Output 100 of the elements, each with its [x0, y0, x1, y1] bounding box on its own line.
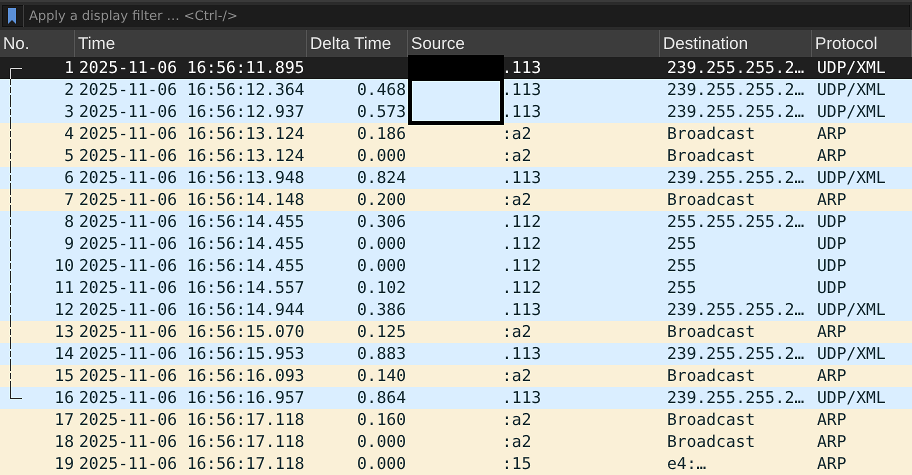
- source-cell-text: .112: [501, 255, 542, 277]
- packet-row[interactable]: 15 2025-11-06 16:56:16.093 0.140 :a2 Broadcast ARP: [0, 365, 912, 387]
- destination-cell-text: Broadcast: [666, 409, 756, 431]
- delta-time-cell-text: 0.883: [356, 343, 407, 365]
- packet-number: 9: [64, 234, 74, 253]
- packet-number: 15: [54, 366, 74, 385]
- packet-row[interactable]: 1 2025-11-06 16:56:11.895 .113 239.255.255.2… UDP/XML: [0, 57, 912, 79]
- time-cell-text: 2025-11-06 16:56:13.124: [78, 145, 306, 167]
- protocol-cell-text: UDP/XML: [816, 387, 887, 409]
- time-cell-text: 2025-11-06 16:56:16.957: [78, 387, 306, 409]
- packet-row[interactable]: 3 2025-11-06 16:56:12.937 0.573 .113 239.255.255.2… UDP/XML: [0, 101, 912, 123]
- protocol-cell-text: UDP: [816, 277, 848, 299]
- time-cell-text: 2025-11-06 16:56:16.093: [78, 365, 306, 387]
- delta-time-cell-text: 0.864: [356, 387, 407, 409]
- destination-cell-text: 239.255.255.2…: [666, 167, 806, 189]
- delta-time-cell-text: 0.468: [356, 79, 407, 101]
- delta-time-cell-text: 0.000: [356, 233, 407, 255]
- packet-row[interactable]: 10 2025-11-06 16:56:14.455 0.000 .112 255 UDP: [0, 255, 912, 277]
- source-cell-text: .112: [501, 233, 542, 255]
- packet-number: 18: [54, 432, 74, 451]
- source-cell-text: .113: [501, 299, 542, 321]
- delta-time-cell-text: 0.306: [356, 211, 407, 233]
- protocol-cell-text: ARP: [816, 321, 848, 343]
- packet-row[interactable]: 19 2025-11-06 16:56:17.118 0.000 :15 e4:… ARP: [0, 453, 912, 475]
- delta-time-cell-text: 0.125: [356, 321, 407, 343]
- packet-row[interactable]: 12 2025-11-06 16:56:14.944 0.386 .113 239.255.255.2… UDP/XML: [0, 299, 912, 321]
- source-cell-text: :a2: [501, 321, 532, 343]
- protocol-cell-text: ARP: [816, 365, 848, 387]
- packet-number: 1: [64, 58, 74, 77]
- delta-time-cell-text: 0.000: [356, 453, 407, 475]
- destination-cell-text: 239.255.255.2…: [666, 299, 806, 321]
- delta-time-cell-text: 0.160: [356, 409, 407, 431]
- protocol-cell-text: ARP: [816, 431, 848, 453]
- delta-time-cell-text: 0.386: [356, 299, 407, 321]
- source-cell-text: .113: [501, 387, 542, 409]
- packet-row[interactable]: 14 2025-11-06 16:56:15.953 0.883 .113 239.255.255.2… UDP/XML: [0, 343, 912, 365]
- time-cell-text: 2025-11-06 16:56:13.948: [78, 167, 306, 189]
- source-cell-text: .113: [501, 167, 542, 189]
- delta-time-cell-text: 0.200: [356, 189, 407, 211]
- packet-number: 3: [64, 102, 74, 121]
- source-cell-text: .113: [501, 343, 542, 365]
- packet-row[interactable]: 16 2025-11-06 16:56:16.957 0.864 .113 239.255.255.2… UDP/XML: [0, 387, 912, 409]
- source-cell-text: :a2: [501, 409, 532, 431]
- delta-time-cell-text: 0.573: [356, 101, 407, 123]
- packet-row[interactable]: 18 2025-11-06 16:56:17.118 0.000 :a2 Broadcast ARP: [0, 431, 912, 453]
- time-cell-text: 2025-11-06 16:56:14.557: [78, 277, 306, 299]
- destination-cell-text: Broadcast: [666, 321, 756, 343]
- packet-row[interactable]: 2 2025-11-06 16:56:12.364 0.468 .113 239.255.255.2… UDP/XML: [0, 79, 912, 101]
- destination-cell-text: 239.255.255.2…: [666, 57, 806, 79]
- packet-number: 13: [54, 322, 74, 341]
- protocol-cell-text: ARP: [816, 189, 848, 211]
- time-cell-text: 2025-11-06 16:56:11.895: [78, 57, 306, 79]
- source-cell-text: .113: [501, 79, 542, 101]
- destination-cell-text: 255.255.255.2…: [666, 211, 806, 233]
- destination-cell-text: e4:…: [666, 453, 708, 475]
- packet-number: 12: [54, 300, 74, 319]
- source-cell-text: :a2: [501, 145, 532, 167]
- protocol-cell-text: UDP/XML: [816, 167, 887, 189]
- time-cell-text: 2025-11-06 16:56:15.070: [78, 321, 306, 343]
- destination-cell-text: Broadcast: [666, 145, 756, 167]
- delta-time-cell-text: 0.186: [356, 123, 407, 145]
- time-cell-text: 2025-11-06 16:56:14.455: [78, 255, 306, 277]
- packet-row[interactable]: 5 2025-11-06 16:56:13.124 0.000 :a2 Broadcast ARP: [0, 145, 912, 167]
- delta-time-cell-text: 0.000: [356, 255, 407, 277]
- destination-cell-text: Broadcast: [666, 189, 756, 211]
- packet-row[interactable]: 13 2025-11-06 16:56:15.070 0.125 :a2 Broadcast ARP: [0, 321, 912, 343]
- destination-cell-text: 255: [666, 233, 698, 255]
- time-cell-text: 2025-11-06 16:56:14.455: [78, 211, 306, 233]
- source-cell-text: :a2: [501, 123, 532, 145]
- source-cell-text: :a2: [501, 431, 532, 453]
- delta-time-cell-text: 0.824: [356, 167, 407, 189]
- packet-number: 14: [54, 344, 74, 363]
- destination-cell-text: 255: [666, 255, 698, 277]
- time-cell-text: 2025-11-06 16:56:17.118: [78, 453, 306, 475]
- delta-time-cell-text: 0.000: [356, 145, 407, 167]
- packet-row[interactable]: 17 2025-11-06 16:56:17.118 0.160 :a2 Broadcast ARP: [0, 409, 912, 431]
- packet-row[interactable]: 7 2025-11-06 16:56:14.148 0.200 :a2 Broadcast ARP: [0, 189, 912, 211]
- packet-row[interactable]: 11 2025-11-06 16:56:14.557 0.102 .112 255 UDP: [0, 277, 912, 299]
- packet-number: 8: [64, 212, 74, 231]
- packet-number: 17: [54, 410, 74, 429]
- protocol-cell-text: UDP: [816, 233, 848, 255]
- packet-row[interactable]: 4 2025-11-06 16:56:13.124 0.186 :a2 Broadcast ARP: [0, 123, 912, 145]
- packet-row[interactable]: 6 2025-11-06 16:56:13.948 0.824 .113 239.255.255.2… UDP/XML: [0, 167, 912, 189]
- protocol-cell-text: ARP: [816, 123, 848, 145]
- destination-cell-text: 239.255.255.2…: [666, 101, 806, 123]
- source-cell-text: :a2: [501, 189, 532, 211]
- protocol-cell-text: UDP/XML: [816, 299, 887, 321]
- protocol-cell-text: UDP/XML: [816, 79, 887, 101]
- time-cell-text: 2025-11-06 16:56:13.124: [78, 123, 306, 145]
- protocol-cell-text: UDP/XML: [816, 343, 887, 365]
- packet-number: 16: [54, 388, 74, 407]
- packet-row[interactable]: 9 2025-11-06 16:56:14.455 0.000 .112 255 UDP: [0, 233, 912, 255]
- source-cell-text: .112: [501, 211, 542, 233]
- packet-number: 11: [54, 278, 74, 297]
- packet-number: 2: [64, 80, 74, 99]
- destination-cell-text: Broadcast: [666, 431, 756, 453]
- bookmark-icon[interactable]: [8, 8, 16, 24]
- packet-number: 10: [54, 256, 74, 275]
- packet-row[interactable]: 8 2025-11-06 16:56:14.455 0.306 .112 255.255.255.2… UDP: [0, 211, 912, 233]
- delta-time-cell-text: 0.000: [356, 431, 407, 453]
